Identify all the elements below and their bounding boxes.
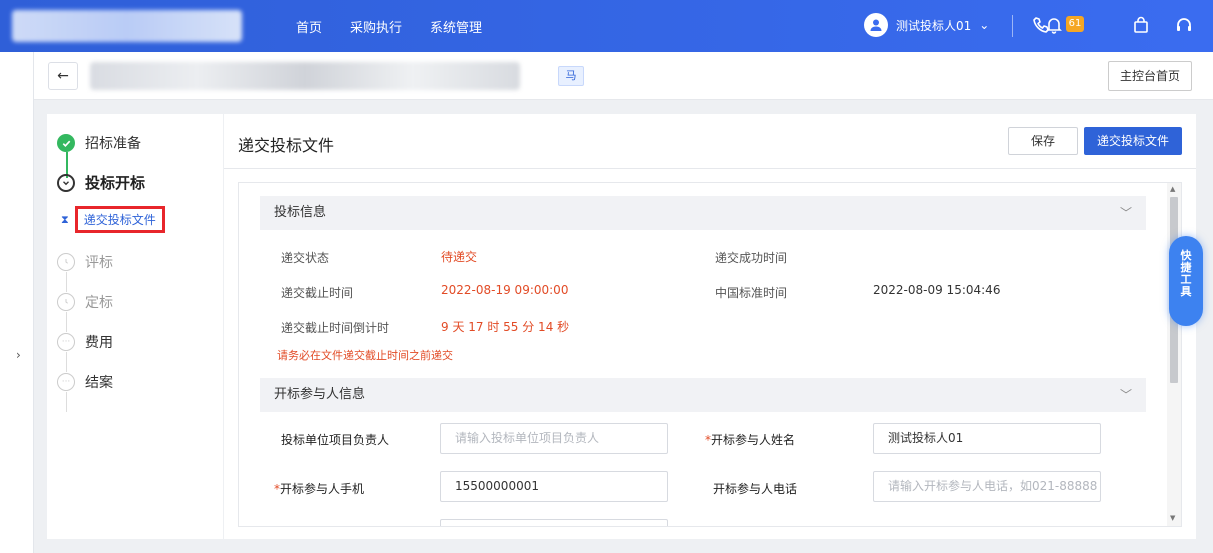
step-label: 定标 bbox=[85, 295, 113, 311]
save-button[interactable]: 保存 bbox=[1008, 127, 1078, 155]
step-bid-opening[interactable]: 投标开标 bbox=[57, 172, 145, 193]
countdown-label: 递交截止时间倒计时 bbox=[281, 321, 390, 335]
countdown-value: 9 天 17 时 55 分 14 秒 bbox=[441, 320, 570, 334]
headset-icon[interactable] bbox=[1174, 15, 1194, 35]
hourglass-icon: ⧗ bbox=[61, 212, 69, 226]
quick-tools-button[interactable]: 快捷工具 bbox=[1169, 236, 1203, 326]
section-participant-info[interactable]: 开标参与人信息 ﹀ bbox=[260, 378, 1146, 412]
cn-time-value: 2022-08-09 15:04:46 bbox=[873, 283, 1001, 297]
divider bbox=[1012, 15, 1013, 37]
substep-submit-bid[interactable]: ⧗ 递交投标文件 bbox=[61, 206, 165, 233]
participant-phone-input[interactable]: 请输入开标参与人电话，如021-88888 bbox=[873, 471, 1101, 502]
nav-item-home[interactable]: 首页 bbox=[296, 17, 322, 36]
success-time-label: 递交成功时间 bbox=[715, 251, 788, 265]
cn-time-label: 中国标准时间 bbox=[715, 286, 788, 300]
user-menu[interactable]: 测试投标人01 ⌄ bbox=[864, 13, 989, 37]
console-home-button[interactable]: 主控台首页 bbox=[1108, 61, 1192, 91]
user-name: 测试投标人01 bbox=[896, 18, 972, 33]
nav-item-system[interactable]: 系统管理 bbox=[430, 17, 482, 36]
project-title-redacted bbox=[90, 62, 520, 90]
quick-tools-label: 快捷工具 bbox=[1180, 249, 1192, 298]
collapsed-sidebar: › bbox=[0, 52, 34, 553]
step-label: 投标开标 bbox=[85, 174, 146, 192]
clock-icon bbox=[57, 293, 75, 311]
submit-bid-button[interactable]: 递交投标文件 bbox=[1084, 127, 1182, 155]
deadline-label: 递交截止时间 bbox=[281, 286, 354, 300]
step-label: 费用 bbox=[85, 335, 113, 351]
scroll-up-icon[interactable]: ▲ bbox=[1170, 185, 1175, 193]
deadline-warning: 请务必在文件递交截止时间之前递交 bbox=[277, 349, 453, 362]
step-bid-prep[interactable]: 招标准备 bbox=[57, 133, 141, 153]
status-label: 递交状态 bbox=[281, 251, 330, 265]
section-title: 开标参与人信息 bbox=[274, 387, 366, 402]
scrollbar[interactable]: ▲ ▼ bbox=[1167, 183, 1181, 526]
page-title: 递交投标文件 bbox=[238, 136, 335, 155]
arrow-left-icon: ← bbox=[57, 68, 69, 84]
step-label: 招标准备 bbox=[85, 136, 141, 152]
project-leader-input[interactable]: 请输入投标单位项目负责人 bbox=[440, 423, 668, 454]
name-label-text: 开标参与人姓名 bbox=[711, 433, 796, 447]
more-icon: ··· bbox=[57, 373, 75, 391]
nav-item-procurement[interactable]: 采购执行 bbox=[350, 17, 402, 36]
step-label: 评标 bbox=[85, 255, 113, 271]
chevron-down-circle-icon bbox=[57, 173, 75, 192]
section-title: 投标信息 bbox=[274, 205, 327, 220]
step-fees[interactable]: ··· 费用 bbox=[57, 332, 113, 352]
step-connector bbox=[66, 392, 67, 412]
participant-mobile-input[interactable]: 15500000001 bbox=[440, 471, 668, 502]
step-evaluation[interactable]: 评标 bbox=[57, 252, 113, 272]
divider bbox=[224, 168, 1196, 169]
name-label: *开标参与人姓名 bbox=[705, 433, 796, 447]
bell-icon[interactable] bbox=[1044, 15, 1064, 35]
status-value: 待递交 bbox=[441, 250, 478, 264]
main-nav: 首页 采购执行 系统管理 bbox=[296, 17, 482, 36]
section-bid-info[interactable]: 投标信息 ﹀ bbox=[260, 196, 1146, 230]
form-content: 投标信息 ﹀ 递交状态 待递交 递交成功时间 递交截止时间 2022-08-19… bbox=[238, 182, 1182, 527]
process-steps: 招标准备 投标开标 ⧗ 递交投标文件 评标 定标 ··· 费用 ··· 结案 bbox=[47, 114, 223, 539]
participant-name-input[interactable]: 测试投标人01 bbox=[873, 423, 1101, 454]
chevron-down-icon: ⌄ bbox=[979, 18, 990, 32]
scroll-down-icon[interactable]: ▼ bbox=[1170, 514, 1175, 522]
clock-icon bbox=[57, 253, 75, 271]
step-connector bbox=[66, 352, 67, 372]
step-connector bbox=[66, 312, 67, 332]
leader-label: 投标单位项目负责人 bbox=[281, 433, 390, 447]
avatar-icon bbox=[864, 13, 888, 37]
bag-icon[interactable] bbox=[1131, 15, 1151, 35]
deadline-value: 2022-08-19 09:00:00 bbox=[441, 283, 569, 297]
step-award[interactable]: 定标 bbox=[57, 292, 113, 312]
chevron-right-icon[interactable]: › bbox=[16, 348, 21, 362]
chevron-down-icon[interactable]: ﹀ bbox=[1120, 378, 1132, 412]
step-close[interactable]: ··· 结案 bbox=[57, 372, 113, 392]
step-label: 结案 bbox=[85, 375, 113, 391]
page-header: ← 马 主控台首页 bbox=[34, 52, 1213, 100]
project-tag: 马 bbox=[558, 66, 584, 86]
main-panel: 递交投标文件 保存 递交投标文件 投标信息 ﹀ 递交状态 待递交 递交成功时间 … bbox=[224, 114, 1196, 539]
notification-badge: 61 bbox=[1066, 16, 1084, 32]
mobile-label: *开标参与人手机 bbox=[274, 482, 365, 496]
logo bbox=[12, 10, 242, 42]
substep-label: 递交投标文件 bbox=[74, 206, 165, 233]
mobile-label-text: 开标参与人手机 bbox=[280, 482, 365, 496]
chevron-down-icon[interactable]: ﹀ bbox=[1120, 196, 1132, 230]
next-input-field[interactable] bbox=[440, 519, 668, 526]
top-nav-bar: 首页 采购执行 系统管理 测试投标人01 ⌄ 61 bbox=[0, 0, 1213, 52]
back-button[interactable]: ← bbox=[48, 62, 78, 90]
step-connector bbox=[66, 272, 67, 292]
phone-label: 开标参与人电话 bbox=[713, 482, 798, 496]
check-icon bbox=[57, 134, 75, 152]
more-icon: ··· bbox=[57, 333, 75, 351]
